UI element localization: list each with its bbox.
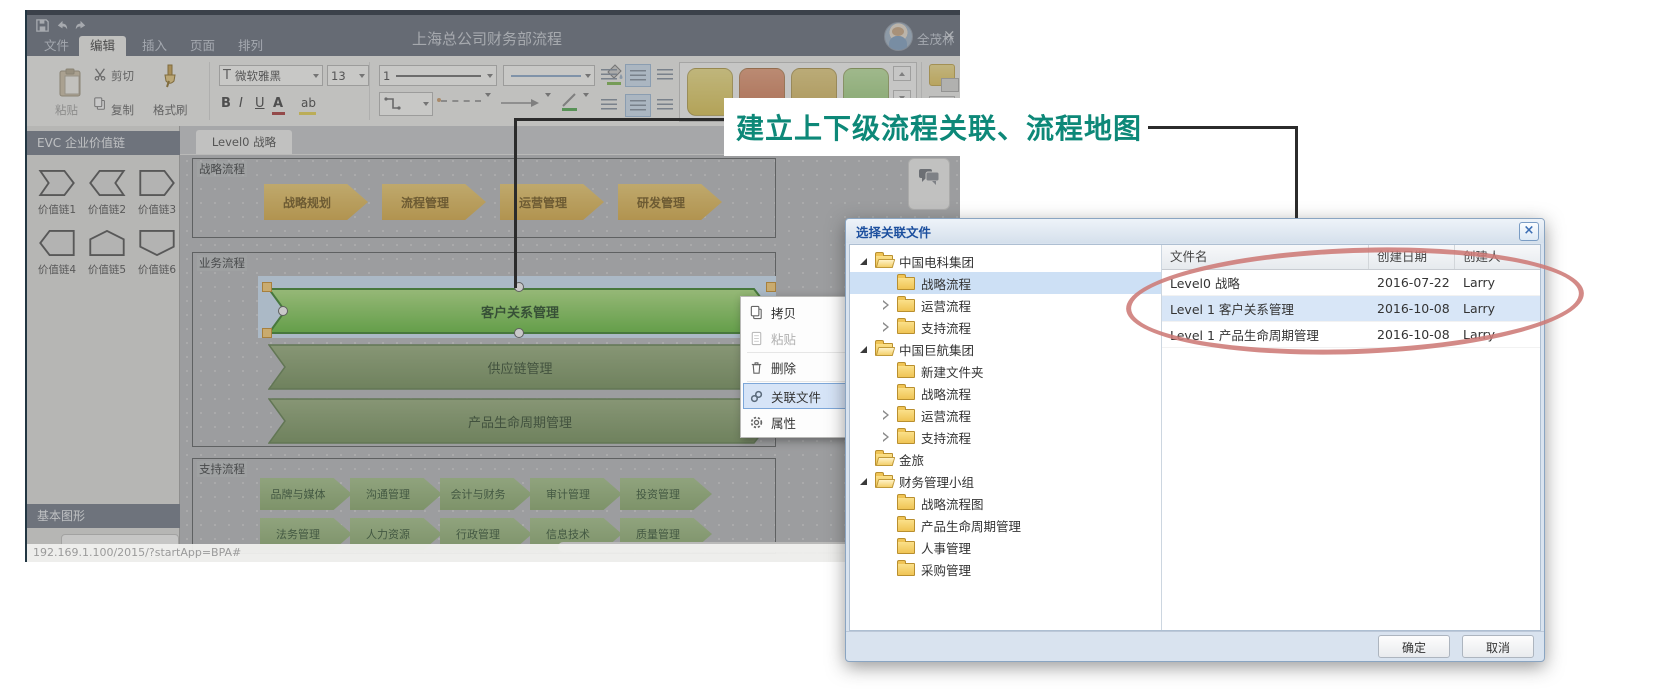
tree-item-label: 支持流程 — [921, 318, 971, 337]
callout-line — [1295, 126, 1298, 220]
tree-item-label: 人事管理 — [921, 538, 971, 557]
tree-item-label: 战略流程 — [921, 274, 971, 293]
folder-icon — [897, 541, 915, 554]
expander-spacer — [880, 563, 892, 575]
tree-item-selected[interactable]: 战略流程 — [850, 272, 1161, 294]
tree-item-label: 战略流程 — [921, 384, 971, 403]
menu-item-label: 删除 — [771, 358, 796, 377]
expander-icon[interactable] — [880, 431, 892, 443]
dialog-footer: 确定 取消 — [846, 631, 1544, 661]
folder-icon — [897, 277, 915, 290]
tree-item[interactable]: 中国巨航集团 — [850, 338, 1161, 360]
tree-item[interactable]: 支持流程 — [850, 426, 1161, 448]
folder-icon — [897, 387, 915, 400]
tree-item-label: 产品生命周期管理 — [921, 516, 1021, 535]
folder-icon — [897, 409, 915, 422]
app-window: 文件 编辑 插入 页面 排列 上海总公司财务部流程 全茂林 × 粘贴 剪切 复制 — [25, 10, 960, 562]
tree-item-label: 支持流程 — [921, 428, 971, 447]
dialog-header[interactable]: 选择关联文件 — [846, 219, 1544, 243]
menu-item-label: 关联文件 — [771, 387, 821, 406]
folder-open-icon — [875, 453, 893, 466]
menu-item-label: 属性 — [771, 413, 796, 432]
tree-item[interactable]: 运营流程 — [850, 404, 1161, 426]
tree-item-label: 中国电科集团 — [899, 252, 974, 271]
status-bar: 192.169.1.100/2015/?startApp=BPA# — [27, 544, 960, 562]
tree-item-label: 金旅 — [899, 450, 924, 469]
menu-item-label: 粘贴 — [771, 329, 796, 348]
folder-open-icon — [875, 343, 893, 356]
folder-tree: 中国电科集团 战略流程 运营流程 支持流程 中国巨航集团 新建文件夹 战略流程 … — [850, 245, 1162, 630]
expander-icon[interactable] — [880, 299, 892, 311]
copy-icon — [749, 305, 764, 320]
expander-icon[interactable] — [858, 255, 870, 267]
tree-item[interactable]: 人事管理 — [850, 536, 1161, 558]
expander-spacer — [880, 387, 892, 399]
dialog-close-button[interactable]: × — [1519, 222, 1539, 241]
tree-item[interactable]: 支持流程 — [850, 316, 1161, 338]
expander-icon[interactable] — [880, 321, 892, 333]
tree-item-label: 中国巨航集团 — [899, 340, 974, 359]
callout-line — [1148, 126, 1298, 129]
tree-item[interactable]: 金旅 — [850, 448, 1161, 470]
expander-spacer — [858, 453, 870, 465]
screenshot-root: 文件 编辑 插入 页面 排列 上海总公司财务部流程 全茂林 × 粘贴 剪切 复制 — [0, 0, 1653, 690]
tree-item[interactable]: 采购管理 — [850, 558, 1161, 580]
folder-icon — [897, 365, 915, 378]
paste-icon — [749, 331, 764, 346]
tree-item-label: 新建文件夹 — [921, 362, 984, 381]
tree-item[interactable]: 战略流程 — [850, 382, 1161, 404]
annotation-callout: 建立上下级流程关联、流程地图 — [724, 98, 1148, 156]
folder-open-icon — [875, 475, 893, 488]
folder-icon — [897, 299, 915, 312]
tree-item-label: 运营流程 — [921, 296, 971, 315]
tree-item-label: 采购管理 — [921, 560, 971, 579]
expander-spacer — [880, 519, 892, 531]
expander-icon[interactable] — [858, 475, 870, 487]
tree-item-label: 财务管理小组 — [899, 472, 974, 491]
tree-item-label: 运营流程 — [921, 406, 971, 425]
tree-item[interactable]: 战略流程图 — [850, 492, 1161, 514]
expander-icon[interactable] — [880, 409, 892, 421]
dialog-title: 选择关联文件 — [846, 222, 931, 241]
expander-icon[interactable] — [858, 343, 870, 355]
folder-icon — [897, 321, 915, 334]
expander-spacer — [880, 277, 892, 289]
tree-item-label: 战略流程图 — [921, 494, 984, 513]
tree-item[interactable]: 运营流程 — [850, 294, 1161, 316]
tree-item[interactable]: 产品生命周期管理 — [850, 514, 1161, 536]
folder-open-icon — [875, 255, 893, 268]
folder-icon — [897, 563, 915, 576]
gear-icon — [749, 415, 764, 430]
annotation-text: 建立上下级流程关联、流程地图 — [724, 107, 1142, 147]
menu-item-label: 拷贝 — [771, 303, 796, 322]
trash-icon — [749, 360, 764, 375]
folder-icon — [897, 431, 915, 444]
status-url: 192.169.1.100/2015/?startApp=BPA# — [33, 546, 241, 559]
ok-button[interactable]: 确定 — [1378, 635, 1450, 658]
tree-item[interactable]: 财务管理小组 — [850, 470, 1161, 492]
modal-dim-overlay — [27, 10, 960, 562]
cancel-button[interactable]: 取消 — [1462, 635, 1534, 658]
link-icon — [749, 389, 764, 404]
tree-item[interactable]: 中国电科集团 — [850, 250, 1161, 272]
expander-spacer — [880, 497, 892, 509]
folder-icon — [897, 497, 915, 510]
folder-icon — [897, 519, 915, 532]
tree-item[interactable]: 新建文件夹 — [850, 360, 1161, 382]
expander-spacer — [880, 541, 892, 553]
callout-line — [514, 120, 517, 288]
expander-spacer — [880, 365, 892, 377]
callout-line — [514, 118, 726, 121]
